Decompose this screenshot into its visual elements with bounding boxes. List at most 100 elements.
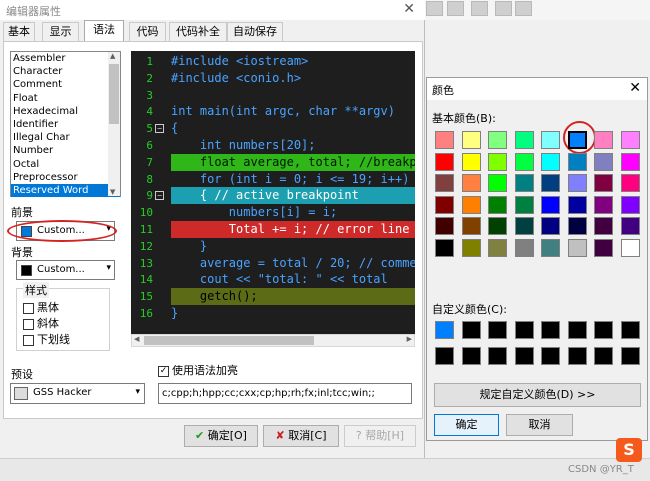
custom-color-swatch[interactable] <box>567 347 587 365</box>
basic-color-swatch[interactable] <box>514 238 534 257</box>
basic-color-swatch[interactable] <box>461 238 481 257</box>
basic-color-swatch[interactable] <box>541 217 560 235</box>
basic-color-swatch[interactable] <box>514 152 534 171</box>
basic-color-swatch[interactable] <box>594 131 613 149</box>
scroll-up-icon[interactable]: ▲ <box>110 52 115 60</box>
custom-color-swatch[interactable] <box>514 321 534 339</box>
list-item-selected[interactable]: Reserved Word <box>11 183 120 198</box>
scrollbar-thumb[interactable] <box>144 336 314 345</box>
basic-color-swatch[interactable] <box>435 131 454 149</box>
basic-color-swatch[interactable] <box>567 195 587 214</box>
basic-color-swatch[interactable] <box>514 195 534 214</box>
basic-color-swatch[interactable] <box>461 174 481 192</box>
custom-color-swatch[interactable] <box>620 321 640 339</box>
close-icon[interactable]: ✕ <box>403 1 415 17</box>
bold-checkbox[interactable]: 黑体 <box>23 299 59 315</box>
basic-color-swatch[interactable] <box>435 238 454 257</box>
basic-color-swatch[interactable] <box>594 174 613 192</box>
basic-color-swatch[interactable] <box>594 152 613 171</box>
list-item[interactable]: Character <box>11 65 120 78</box>
custom-color-swatch[interactable] <box>435 321 454 339</box>
list-item[interactable]: Comment <box>11 78 120 91</box>
list-item[interactable]: Identifier <box>11 118 120 131</box>
color-cancel-button[interactable]: 取消 <box>506 414 573 436</box>
basic-color-swatch[interactable] <box>620 131 640 149</box>
basic-color-swatch[interactable] <box>541 174 560 192</box>
basic-color-swatch[interactable] <box>541 195 560 214</box>
italic-checkbox[interactable]: 斜体 <box>23 315 59 331</box>
custom-color-swatch[interactable] <box>514 347 534 365</box>
custom-color-swatch[interactable] <box>461 347 481 365</box>
list-item[interactable]: Assembler <box>11 52 120 65</box>
custom-color-swatch[interactable] <box>541 321 560 339</box>
basic-color-swatch[interactable] <box>488 152 507 171</box>
basic-color-swatch[interactable] <box>541 238 560 257</box>
list-item[interactable]: Illegal Char <box>11 131 120 144</box>
tab-autosave[interactable]: 自动保存 <box>227 22 283 41</box>
background-color-select[interactable]: Custom... ▾ <box>16 260 115 280</box>
basic-color-swatch[interactable] <box>514 217 534 235</box>
basic-color-swatch[interactable] <box>488 131 507 149</box>
basic-color-swatch[interactable] <box>620 174 640 192</box>
basic-color-swatch[interactable] <box>541 131 560 149</box>
custom-color-swatch[interactable] <box>567 321 587 339</box>
basic-color-swatch[interactable] <box>514 174 534 192</box>
custom-color-swatch[interactable] <box>594 321 613 339</box>
basic-color-swatch[interactable] <box>461 131 481 149</box>
basic-color-swatch[interactable] <box>594 217 613 235</box>
preset-select[interactable]: GSS Hacker ▾ <box>10 383 145 404</box>
checkbox[interactable]: ✓ <box>158 365 169 377</box>
basic-color-swatch[interactable] <box>567 238 587 257</box>
color-ok-button[interactable]: 确定 <box>434 414 499 436</box>
checkbox[interactable] <box>23 318 34 330</box>
list-scrollbar[interactable]: ▲ ▼ <box>108 52 120 196</box>
underline-checkbox[interactable]: 下划线 <box>23 331 70 347</box>
custom-color-swatch[interactable] <box>620 347 640 365</box>
basic-color-swatch[interactable] <box>567 174 587 192</box>
toolbar-icon[interactable] <box>426 1 443 16</box>
basic-color-swatch[interactable] <box>594 238 613 257</box>
list-item[interactable]: Octal <box>11 158 120 171</box>
basic-color-swatch[interactable] <box>567 131 587 149</box>
basic-color-swatch[interactable] <box>567 152 587 171</box>
define-custom-colors-button[interactable]: 规定自定义颜色(D) >> <box>434 383 641 407</box>
basic-color-swatch[interactable] <box>594 195 613 214</box>
syntax-element-list[interactable]: Assembler Character Comment Float Hexade… <box>10 51 121 198</box>
basic-color-swatch[interactable] <box>620 238 640 257</box>
basic-color-swatch[interactable] <box>435 152 454 171</box>
ok-button[interactable]: ✔ 确定[O] <box>184 425 258 447</box>
basic-color-swatch[interactable] <box>514 131 534 149</box>
help-button[interactable]: ? 帮助[H] <box>344 425 416 447</box>
scroll-down-icon[interactable]: ▼ <box>110 188 115 196</box>
tab-code[interactable]: 代码 <box>129 22 166 41</box>
basic-color-swatch[interactable] <box>435 195 454 214</box>
basic-color-swatch[interactable] <box>461 152 481 171</box>
close-icon[interactable]: ✕ <box>629 80 641 96</box>
tab-basic[interactable]: 基本 <box>3 22 35 41</box>
custom-color-swatch[interactable] <box>435 347 454 365</box>
basic-color-swatch[interactable] <box>435 174 454 192</box>
toolbar-icon[interactable] <box>495 1 512 16</box>
basic-color-swatch[interactable] <box>488 174 507 192</box>
basic-color-swatch[interactable] <box>461 195 481 214</box>
fold-toggle-icon[interactable]: − <box>155 124 164 134</box>
basic-color-swatch[interactable] <box>488 195 507 214</box>
tab-display[interactable]: 显示 <box>42 22 79 41</box>
list-item[interactable]: Hexadecimal <box>11 105 120 118</box>
basic-color-swatch[interactable] <box>620 217 640 235</box>
basic-color-swatch[interactable] <box>541 152 560 171</box>
basic-color-swatch[interactable] <box>461 217 481 235</box>
basic-color-swatch[interactable] <box>435 217 454 235</box>
extensions-field[interactable]: c;cpp;h;hpp;cc;cxx;cp;hp;rh;fx;inl;tcc;w… <box>158 383 412 404</box>
close-icon[interactable] <box>471 1 488 16</box>
checkbox[interactable] <box>23 302 34 314</box>
basic-color-swatch[interactable] <box>620 152 640 171</box>
basic-color-swatch[interactable] <box>620 195 640 214</box>
custom-color-swatch[interactable] <box>461 321 481 339</box>
tab-code-completion[interactable]: 代码补全 <box>169 22 227 41</box>
list-item[interactable]: Number <box>11 144 120 157</box>
scroll-left-icon[interactable]: ◀ <box>134 335 139 343</box>
custom-color-swatch[interactable] <box>488 321 507 339</box>
custom-color-swatch[interactable] <box>541 347 560 365</box>
checkbox[interactable] <box>23 334 34 346</box>
